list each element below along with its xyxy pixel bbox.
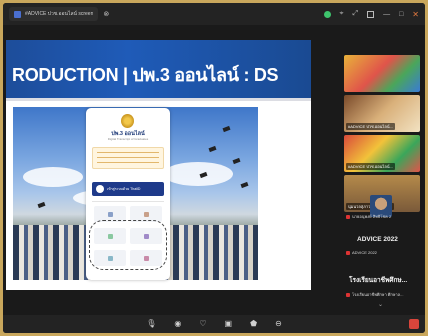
- login-card: ปพ.3 ออนไลน์ Digital Transcript of Gradu…: [86, 108, 170, 280]
- participant-name: นายอนุพงษ์ สิทธิโชค 2: [346, 213, 391, 220]
- leave-button[interactable]: [409, 319, 419, 329]
- title-bar-actions: ⌖ ⤢ — □ ✕: [323, 10, 419, 19]
- tab-close-icon[interactable]: ⊗: [103, 10, 109, 18]
- participant-label: #ADVICE ปวช.ออนไลน์...: [346, 163, 395, 170]
- layout-icon[interactable]: [367, 10, 375, 18]
- card-subtitle: Digital Transcript of Graduates: [107, 137, 149, 141]
- participants-icon[interactable]: ♡: [199, 320, 206, 328]
- meeting-window: #ADVICE ปวช.ออนไลน์ screen ⊗ ⌖ ⤢ — □ ✕ R…: [3, 3, 425, 333]
- cloud-shape: [23, 167, 83, 187]
- pin-icon[interactable]: ⌖: [340, 10, 344, 18]
- thaiid-login-button[interactable]: เข้าสู่ระบบด้วย ThaiID: [92, 182, 164, 196]
- app-icon: [14, 10, 21, 18]
- highlight-circle: [89, 220, 167, 270]
- participant-tile-name: ADVICE 2022: [357, 236, 398, 243]
- slide-divider: [6, 98, 311, 101]
- camera-icon[interactable]: ◉: [174, 320, 181, 328]
- shield-icon: [323, 10, 331, 18]
- title-bar: #ADVICE ปวช.ออนไลน์ screen ⊗ ⌖ ⤢ — □ ✕: [3, 3, 425, 25]
- window-tab[interactable]: #ADVICE ปวช.ออนไลน์ screen: [9, 7, 99, 21]
- close-button[interactable]: ✕: [412, 10, 419, 19]
- mic-muted-icon: [346, 214, 350, 219]
- thaiid-login-label: เข้าสู่ระบบด้วย ThaiID: [107, 187, 141, 191]
- grad-cap-icon: [37, 201, 46, 209]
- participant-name: ADVICE 2022: [346, 250, 377, 255]
- microphone-icon[interactable]: 🎙︎: [146, 320, 156, 328]
- share-icon[interactable]: ▣: [225, 320, 233, 328]
- participants-panel: #ADVICE ปวช.ออนไลน์... #ADVICE ปวช.ออนไล…: [314, 25, 425, 311]
- thaiid-icon: [96, 185, 104, 193]
- grad-cap-icon: [240, 181, 249, 189]
- participant-video[interactable]: #ADVICE ปวช.ออนไลน์...: [344, 95, 420, 132]
- participant-video[interactable]: [344, 55, 420, 92]
- participant-video[interactable]: #ADVICE ปวช.ออนไลน์...: [344, 135, 420, 172]
- grad-cap-icon: [208, 145, 217, 153]
- shared-screen: RODUCTION | ปพ.3 ออนไลน์ : DS ปพ.3 ออนไล…: [6, 40, 311, 290]
- participant-tile-name: โรงเรียนอาชีพศึกษ...: [349, 277, 408, 284]
- meeting-toolbar: 🎙︎ ◉ ♡ ▣ ⬟ ⊖: [3, 315, 425, 333]
- expand-icon[interactable]: ⤢: [352, 10, 358, 18]
- more-icon[interactable]: ⊖: [275, 320, 282, 328]
- maximize-button[interactable]: □: [399, 11, 403, 18]
- scroll-down-icon[interactable]: ⌄: [378, 301, 383, 308]
- grad-cap-icon: [232, 157, 241, 165]
- slide-title: RODUCTION | ปพ.3 ออนไลน์ : DS: [12, 65, 279, 85]
- card-separator: [92, 201, 164, 202]
- mic-muted-icon: [346, 250, 350, 255]
- minimize-button[interactable]: —: [383, 11, 390, 18]
- security-icon[interactable]: ⬟: [250, 320, 257, 328]
- mic-muted-icon: [346, 292, 350, 297]
- participant-name: โรงเรียนอาชีพศึกษา ศึกษาล...: [346, 291, 403, 298]
- school-seal-icon: [121, 114, 134, 128]
- slide-banner: RODUCTION | ปพ.3 ออนไลน์ : DS: [6, 40, 311, 98]
- participant-label: #ADVICE ปวช.ออนไลน์...: [346, 123, 395, 130]
- notice-box: [92, 147, 164, 169]
- window-tab-title: #ADVICE ปวช.ออนไลน์ screen: [25, 11, 94, 17]
- grad-cap-icon: [222, 125, 231, 133]
- cloud-shape: [163, 162, 233, 186]
